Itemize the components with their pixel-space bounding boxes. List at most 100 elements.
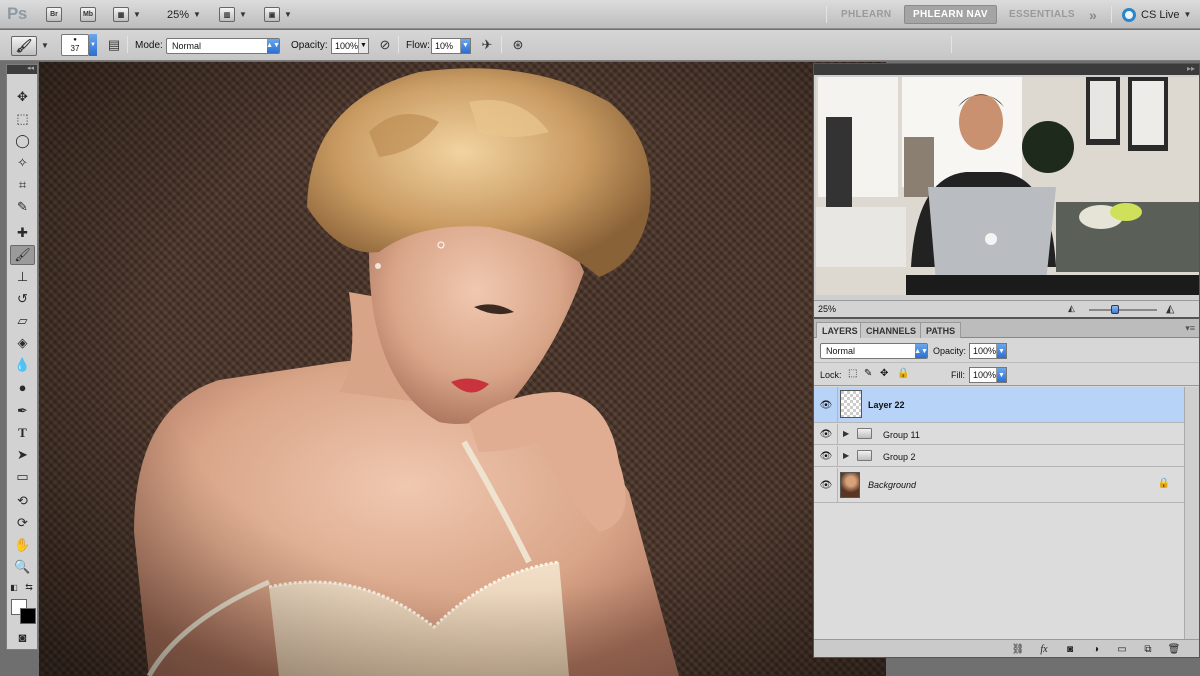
swap-colors-icon[interactable]: ⇆ xyxy=(22,577,36,597)
layer-blend-mode-select[interactable]: Normal ▲▼ xyxy=(820,343,928,359)
layer-style-icon[interactable]: fx xyxy=(1036,642,1052,656)
lock-all-icon[interactable]: 🔒 xyxy=(897,368,909,379)
new-layer-icon[interactable]: ⧉ xyxy=(1140,642,1156,656)
brush-tool-icon[interactable]: 🖌 xyxy=(10,245,35,265)
screen-mode-dropdown[interactable]: ▣ ▼ xyxy=(264,5,292,24)
layer-row[interactable]: 👁 Layer 22 xyxy=(814,387,1184,423)
eye-icon[interactable]: 👁 xyxy=(818,448,834,464)
move-tool-icon[interactable]: ✥ xyxy=(10,87,35,107)
launch-bridge-button[interactable]: Br xyxy=(46,5,62,24)
layers-list: 👁 Layer 22 👁 ▶ Group 11 👁 ▶ Group 2 👁 Ba… xyxy=(814,387,1184,639)
shape-tool-icon[interactable]: ▭ xyxy=(10,467,35,487)
healing-brush-tool-icon[interactable]: ✚ xyxy=(10,223,35,243)
tab-layers[interactable]: LAYERS xyxy=(816,322,864,338)
mode-label: Mode: xyxy=(135,40,163,51)
lock-position-icon[interactable]: ✥ xyxy=(880,368,888,379)
arrange-documents-dropdown[interactable]: ▥ ▼ xyxy=(219,5,247,24)
quick-mask-icon[interactable]: ◙ xyxy=(10,627,35,647)
layer-lock-row: Lock: ⬚ ✎ ✥ 🔒 Fill: 100% ▼ xyxy=(814,364,1199,386)
new-group-icon[interactable]: ▭ xyxy=(1114,642,1130,656)
more-workspaces-button[interactable]: » xyxy=(1081,5,1105,24)
layer-row[interactable]: 👁 ▶ Group 2 xyxy=(814,446,1184,467)
zoom-level-value: 25% xyxy=(167,8,190,21)
workspace-essentials[interactable]: ESSENTIALS xyxy=(1001,5,1083,24)
cs-live-label: CS Live xyxy=(1141,8,1180,21)
tools-panel-header[interactable]: ◂◂ xyxy=(7,65,37,74)
toggle-brush-panel-button[interactable]: ▤ xyxy=(105,36,123,54)
layer-row[interactable]: 👁 ▶ Group 11 xyxy=(814,424,1184,445)
expand-triangle-icon[interactable]: ▶ xyxy=(843,429,849,438)
panel-menu-icon[interactable]: ▾≡ xyxy=(1185,323,1195,334)
layer-row[interactable]: 👁 Background 🔒 xyxy=(814,468,1184,503)
eraser-tool-icon[interactable]: ▱ xyxy=(10,311,35,331)
airbrush-button[interactable]: ✈ xyxy=(478,36,496,54)
3d-orbit-tool-icon[interactable]: ⟳ xyxy=(10,513,35,533)
divider xyxy=(398,36,399,53)
eye-icon[interactable]: 👁 xyxy=(818,397,834,413)
eye-icon[interactable]: 👁 xyxy=(818,426,834,442)
expand-triangle-icon[interactable]: ▶ xyxy=(843,451,849,460)
paint-bucket-tool-icon[interactable]: ◈ xyxy=(10,333,35,353)
opacity-value: 100% xyxy=(335,40,359,51)
add-mask-icon[interactable]: ◙ xyxy=(1062,642,1078,656)
folder-icon xyxy=(857,450,872,461)
marquee-tool-icon[interactable]: ⬚ xyxy=(10,109,35,129)
dodge-tool-icon[interactable]: ● xyxy=(10,377,35,397)
flow-field[interactable]: 10% ▼ xyxy=(431,37,471,54)
lock-transparent-pixels-icon[interactable]: ⬚ xyxy=(848,368,857,379)
history-brush-tool-icon[interactable]: ↺ xyxy=(10,289,35,309)
crop-tool-icon[interactable]: ⌗ xyxy=(10,175,35,195)
path-selection-tool-icon[interactable]: ➤ xyxy=(10,445,35,465)
cs-live-button[interactable]: CS Live ▼ xyxy=(1122,5,1191,24)
navigator-zoom-slider[interactable] xyxy=(1089,305,1157,314)
link-layers-icon[interactable]: ⛓ xyxy=(1010,642,1026,656)
zoom-level-dropdown[interactable]: 25% ▼ xyxy=(167,5,201,24)
chevron-updown-icon: ▲▼ xyxy=(914,344,928,358)
chevron-down-icon: ▼ xyxy=(284,10,292,19)
mode-select[interactable]: Normal ▲▼ xyxy=(166,37,280,54)
trash-icon[interactable]: 🗑 xyxy=(1166,642,1182,656)
zoom-tool-icon[interactable]: 🔍 xyxy=(10,557,35,577)
default-colors-icon[interactable]: ◧ xyxy=(7,577,21,597)
opacity-field[interactable]: 100% ▼ xyxy=(331,37,369,54)
eyedropper-tool-icon[interactable]: ✎ xyxy=(10,197,35,217)
view-extras-dropdown[interactable]: ▦ ▼ xyxy=(113,5,141,24)
fill-field[interactable]: 100% ▼ xyxy=(969,367,1007,383)
brush-preset-picker[interactable]: ● 37 ▼ xyxy=(61,34,97,56)
launch-minibridge-button[interactable]: Mb xyxy=(80,5,96,24)
blur-tool-icon[interactable]: 💧 xyxy=(10,355,35,375)
navigator-footer: 25% ◭ ◭ xyxy=(814,300,1199,317)
3d-rotate-tool-icon[interactable]: ⟲ xyxy=(10,491,35,511)
navigator-panel-header[interactable]: ▸▸ xyxy=(814,64,1199,75)
tab-channels[interactable]: CHANNELS xyxy=(860,322,923,338)
layer-thumbnail xyxy=(840,472,860,498)
portrait-photo xyxy=(39,62,886,676)
pressure-opacity-button[interactable]: ⊘ xyxy=(376,36,394,54)
eye-icon[interactable]: 👁 xyxy=(818,477,834,493)
hand-tool-icon[interactable]: ✋ xyxy=(10,535,35,555)
zoom-in-icon[interactable]: ◭ xyxy=(1166,302,1174,315)
divider xyxy=(826,6,827,23)
pen-tool-icon[interactable]: ✒ xyxy=(10,401,35,421)
layers-scrollbar[interactable] xyxy=(1184,387,1199,639)
lasso-tool-icon[interactable]: ◯ xyxy=(10,131,35,151)
pressure-size-button[interactable]: ⊛ xyxy=(509,36,527,54)
quick-selection-tool-icon[interactable]: ✧ xyxy=(10,153,35,173)
chevron-down-icon: ▼ xyxy=(996,344,1006,358)
document-canvas[interactable] xyxy=(39,62,886,676)
adjustment-layer-icon[interactable]: ◑ xyxy=(1088,642,1104,656)
workspace-phlearn-nav[interactable]: PHLEARN NAV xyxy=(904,5,997,24)
background-color-swatch[interactable] xyxy=(20,608,36,624)
slider-thumb[interactable] xyxy=(1111,305,1119,314)
tab-paths[interactable]: PATHS xyxy=(920,322,962,338)
chevron-down-icon: ▼ xyxy=(996,368,1006,382)
layer-opacity-field[interactable]: 100% ▼ xyxy=(969,343,1007,359)
tool-preset-picker[interactable]: 🖌 ▼ xyxy=(11,35,49,56)
navigator-preview[interactable] xyxy=(816,77,1199,295)
zoom-out-icon[interactable]: ◭ xyxy=(1068,303,1075,314)
navigator-zoom-value[interactable]: 25% xyxy=(818,304,836,314)
workspace-phlearn[interactable]: PHLEARN xyxy=(833,5,899,24)
clone-stamp-tool-icon[interactable]: ⊥ xyxy=(10,267,35,287)
type-tool-icon[interactable]: T xyxy=(10,423,35,443)
lock-image-pixels-icon[interactable]: ✎ xyxy=(864,368,872,379)
